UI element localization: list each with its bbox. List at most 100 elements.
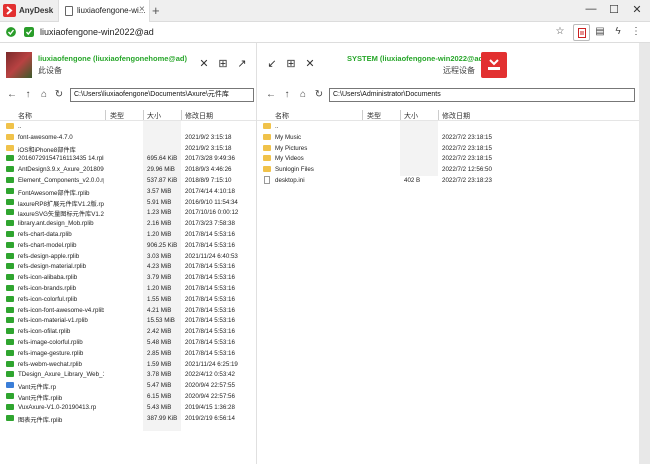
tab-session[interactable]: liuxiaofengone-wi... × xyxy=(58,0,150,22)
file-row[interactable]: .. xyxy=(0,121,256,132)
local-device-header: liuxiaofengone (liuxiaofengonehome@ad) 此… xyxy=(0,43,256,87)
file-row[interactable]: AntDesign3.9.x_Axure_20180903.rplib 29.96… xyxy=(0,164,256,175)
file-row[interactable]: refs-icon-material-v1.rplib 15.53 MiB 2017… xyxy=(0,315,256,326)
file-date: 2022/7/2 23:18:15 xyxy=(442,144,492,152)
file-row[interactable]: refs-image-gesture.rplib 2.85 MiB 2017/8/1… xyxy=(0,348,256,359)
file-size: 1.23 MiB xyxy=(147,209,172,217)
column-size[interactable]: 大小 xyxy=(404,111,418,121)
file-name: font-awesome-4.7.0 xyxy=(18,133,73,141)
file-row[interactable]: laxureRP8扩展元件库V1.2版.rplib 5.91 MiB 2016/9/… xyxy=(0,197,256,208)
file-row[interactable]: TDesign_Axure_Library_Web_1.0.3.rplib 3.7… xyxy=(0,369,256,380)
file-row[interactable]: Vant元件库.rplib 6.15 MiB 2020/9/4 22:57:56 xyxy=(0,391,256,402)
local-column-headers: 名称 类型 大小 修改日期 xyxy=(0,109,256,121)
file-date: 2021/11/24 6:25:19 xyxy=(185,360,238,368)
up-icon[interactable]: ↑ xyxy=(22,89,34,100)
column-name[interactable]: 名称 xyxy=(18,111,32,121)
file-row[interactable]: library.ant.design_Mob.rplib 2.16 MiB 2017… xyxy=(0,218,256,229)
file-size: 906.25 KiB xyxy=(147,241,178,249)
remote-new-folder-icon[interactable]: ⊞ xyxy=(284,57,298,70)
file-row[interactable]: .. xyxy=(257,121,639,132)
file-name: refs-icon-alibaba.rplib xyxy=(18,274,78,282)
back-icon[interactable]: ← xyxy=(6,89,18,100)
rplib-file-icon xyxy=(6,338,14,345)
new-tab-icon[interactable]: + xyxy=(152,3,160,18)
column-date[interactable]: 修改日期 xyxy=(442,111,470,121)
file-row[interactable]: refs-chart-data.rplib 1.20 MiB 2017/8/14 5… xyxy=(0,229,256,240)
file-size: 537.87 KiB xyxy=(147,176,178,184)
upload-arrow-icon[interactable]: ↗ xyxy=(235,57,249,70)
file-name: refs-icon-font-awesome-v4.rplib xyxy=(18,306,104,314)
file-size: 402 B xyxy=(404,176,421,184)
rplib-file-icon xyxy=(6,328,14,335)
file-row[interactable]: iOS和iPhone8部件库 2021/9/2 3:15:18 xyxy=(0,143,256,154)
file-row[interactable]: VuxAxure-V1.0-20190413.rp 5.43 MiB 2019/4/… xyxy=(0,402,256,413)
file-row[interactable]: font-awesome-4.7.0 2021/9/2 3:15:18 xyxy=(0,132,256,143)
file-date: 2020/9/4 22:57:56 xyxy=(185,392,235,400)
more-menu-icon[interactable]: ⋮ xyxy=(629,26,643,37)
column-type[interactable]: 类型 xyxy=(110,111,124,121)
file-name: laxureRP8扩展元件库V1.2版.rplib xyxy=(18,200,104,208)
column-name[interactable]: 名称 xyxy=(275,111,289,121)
cancel-transfer-icon[interactable]: ✕ xyxy=(197,57,211,70)
file-row[interactable]: refs-icon-font-awesome-v4.rplib 4.21 MiB 2… xyxy=(0,305,256,316)
file-date: 2017/8/14 5:53:16 xyxy=(185,230,235,238)
column-size[interactable]: 大小 xyxy=(147,111,161,121)
chat-icon[interactable]: ▤ xyxy=(593,26,607,37)
folder-icon xyxy=(263,123,271,129)
folder-icon xyxy=(6,123,14,129)
refresh-icon[interactable]: ↻ xyxy=(53,89,65,100)
file-row[interactable]: laxureSVG矢量图标元件库V1.21版.rplib 1.23 MiB 2017… xyxy=(0,207,256,218)
pane-divider[interactable] xyxy=(256,43,257,464)
file-date: 2017/8/14 5:53:16 xyxy=(185,284,235,292)
file-row[interactable]: refs-icon-colorful.rplib 1.55 MiB 2017/8/1… xyxy=(0,294,256,305)
file-row[interactable]: desktop.ini 402 B 2022/7/2 23:18:23 xyxy=(257,175,639,186)
close-tab-icon[interactable]: × xyxy=(139,4,145,15)
file-row[interactable]: My Videos 2022/7/2 23:18:15 xyxy=(257,153,639,164)
folder-icon xyxy=(263,133,271,140)
file-size: 1.59 MiB xyxy=(147,360,172,368)
file-name: refs-icon-material-v1.rplib xyxy=(18,317,88,325)
file-row[interactable]: refs-webm-wechat.rplib 1.59 MiB 2021/11/24… xyxy=(0,359,256,370)
column-type[interactable]: 类型 xyxy=(367,111,381,121)
file-row[interactable]: refs-icon-alibaba.rplib 3.79 MiB 2017/8/14… xyxy=(0,272,256,283)
favorite-star-icon[interactable]: ☆ xyxy=(553,26,567,37)
home-icon[interactable]: ⌂ xyxy=(38,89,50,100)
file-row[interactable]: Vant元件库.rp 5.47 MiB 2020/9/4 22:57:55 xyxy=(0,380,256,391)
actions-lightning-icon[interactable]: ϟ xyxy=(611,26,625,37)
remote-up-icon[interactable]: ↑ xyxy=(281,89,293,100)
file-row[interactable]: My Music 2022/7/2 23:18:15 xyxy=(257,132,639,143)
maximize-button[interactable]: ☐ xyxy=(603,3,625,16)
file-row[interactable]: Element_Components_v2.0.0.rplib 537.87 Ki… xyxy=(0,175,256,186)
file-row[interactable]: My Pictures 2022/7/2 23:18:15 xyxy=(257,143,639,154)
file-row[interactable]: refs-icon-brands.rplib 1.20 MiB 2017/8/14 … xyxy=(0,283,256,294)
remote-home-icon[interactable]: ⌂ xyxy=(297,89,309,100)
file-row[interactable]: refs-chart-model.rplib 906.25 KiB 2017/8/1… xyxy=(0,240,256,251)
rplib-file-icon xyxy=(6,360,14,367)
file-name: TDesign_Axure_Library_Web_1.0.3.rplib xyxy=(18,371,104,379)
file-row[interactable]: refs-icon-ofilat.rplib 2.42 MiB 2017/8/14 … xyxy=(0,326,256,337)
new-folder-icon[interactable]: ⊞ xyxy=(216,57,230,70)
remote-refresh-icon[interactable]: ↻ xyxy=(313,89,325,100)
file-row[interactable]: FontAwesome部件库.rplib 3.57 MiB 2017/4/14 4:… xyxy=(0,186,256,197)
remote-path-input[interactable]: C:\Users\Administrator\Documents xyxy=(329,88,635,102)
file-row[interactable]: 20160729154716113435 14.rplib 695.64 KiB 2… xyxy=(0,153,256,164)
download-arrow-icon[interactable]: ↙ xyxy=(265,57,279,70)
file-row[interactable]: refs-image-colorful.rplib 5.48 MiB 2017/8/… xyxy=(0,337,256,348)
file-transfer-button[interactable] xyxy=(573,24,590,41)
remote-back-icon[interactable]: ← xyxy=(265,89,277,100)
minimize-button[interactable]: — xyxy=(580,3,602,15)
local-path-input[interactable]: C:\Users\liuxiaofengone\Documents\Axure\… xyxy=(70,88,254,102)
close-window-button[interactable]: ✕ xyxy=(626,3,648,16)
file-row[interactable]: 图表元件库.rplib 387.99 KiB 2019/2/19 6:56:14 xyxy=(0,413,256,424)
file-row[interactable]: Sunlogin Files 2022/7/2 12:56:50 xyxy=(257,164,639,175)
address-input[interactable]: liuxiaofengone-win2022@ad xyxy=(40,27,154,37)
file-row[interactable]: refs-design-apple.rplib 3.03 MiB 2021/11/2… xyxy=(0,251,256,262)
column-date[interactable]: 修改日期 xyxy=(185,111,213,121)
remote-cancel-icon[interactable]: ✕ xyxy=(303,57,317,70)
file-name: refs-image-gesture.rplib xyxy=(18,349,84,357)
file-date: 2022/4/12 0:53:42 xyxy=(185,371,235,379)
file-date: 2017/3/28 9:49:36 xyxy=(185,155,235,163)
rp-file-icon xyxy=(6,382,14,389)
file-transfer-icon xyxy=(578,28,586,38)
file-row[interactable]: refs-design-material.rplib 4.23 MiB 2017/8… xyxy=(0,261,256,272)
